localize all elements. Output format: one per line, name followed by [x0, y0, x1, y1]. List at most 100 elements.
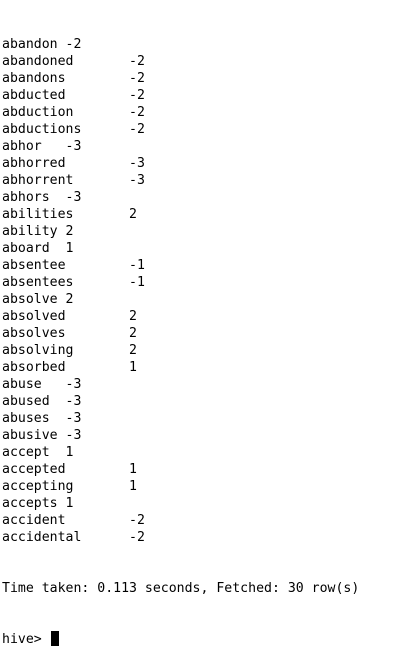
- word-cell: accidental: [2, 530, 82, 545]
- score-cell: -3: [65, 394, 82, 409]
- separator: [73, 207, 129, 222]
- score-cell: 2: [65, 224, 74, 239]
- word-cell: absorbed: [2, 360, 66, 375]
- word-cell: abandon: [2, 37, 58, 52]
- separator: [58, 292, 66, 307]
- separator: [50, 411, 66, 426]
- status-text: Time taken: 0.113 seconds, Fetched: 30 r…: [2, 581, 360, 596]
- table-row: absentee -1: [2, 257, 413, 274]
- score-cell: -1: [129, 275, 145, 290]
- score-cell: -3: [129, 173, 145, 188]
- separator: [73, 54, 129, 69]
- separator: [73, 173, 129, 188]
- score-cell: -3: [65, 190, 82, 205]
- status-line: Time taken: 0.113 seconds, Fetched: 30 r…: [2, 580, 413, 597]
- separator: [42, 139, 66, 154]
- word-cell: absolved: [2, 309, 66, 324]
- word-cell: absentees: [2, 275, 74, 290]
- separator: [50, 190, 66, 205]
- separator: [50, 241, 66, 256]
- score-cell: -2: [129, 54, 145, 69]
- table-row: accidental -2: [2, 529, 413, 546]
- table-row: accepted 1: [2, 461, 413, 478]
- score-cell: -2: [129, 513, 145, 528]
- score-cell: -3: [65, 377, 82, 392]
- score-cell: -2: [129, 122, 145, 137]
- score-cell: 1: [129, 462, 137, 477]
- score-cell: -2: [129, 530, 145, 545]
- table-row: absolving 2: [2, 342, 413, 359]
- separator: [73, 275, 129, 290]
- command-prompt-line[interactable]: hive>: [2, 631, 413, 648]
- score-cell: -2: [129, 71, 145, 86]
- score-cell: 2: [129, 309, 137, 324]
- score-cell: 1: [65, 496, 74, 511]
- cursor-block: [50, 631, 59, 646]
- word-cell: abhorred: [2, 156, 66, 171]
- score-cell: 2: [129, 207, 137, 222]
- table-row: aboard 1: [2, 240, 413, 257]
- separator: [73, 105, 129, 120]
- word-cell: aboard: [2, 241, 50, 256]
- separator: [66, 88, 130, 103]
- score-cell: -2: [129, 105, 145, 120]
- table-row: abducted -2: [2, 87, 413, 104]
- word-cell: accepting: [2, 479, 74, 494]
- word-cell: accepted: [2, 462, 66, 477]
- score-cell: -3: [129, 156, 145, 171]
- table-row: accepts 1: [2, 495, 413, 512]
- word-cell: accepts: [2, 496, 58, 511]
- table-row: absentees -1: [2, 274, 413, 291]
- word-cell: abducted: [2, 88, 66, 103]
- separator: [66, 156, 130, 171]
- table-row: abuse -3: [2, 376, 413, 393]
- table-row: abuses -3: [2, 410, 413, 427]
- table-row: absorbed 1: [2, 359, 413, 376]
- word-cell: abilities: [2, 207, 74, 222]
- prompt-text: hive>: [2, 632, 50, 647]
- score-cell: 1: [65, 241, 74, 256]
- separator: [66, 326, 130, 341]
- separator: [81, 530, 129, 545]
- score-cell: 1: [65, 445, 74, 460]
- table-row: abhorrent -3: [2, 172, 413, 189]
- separator: [66, 513, 130, 528]
- table-row: abused -3: [2, 393, 413, 410]
- table-row: abusive -3: [2, 427, 413, 444]
- result-rows: abandon -2 abandoned -2 abandons -2 abducte…: [2, 36, 413, 546]
- separator: [58, 428, 66, 443]
- terminal-output[interactable]: abandon -2 abandoned -2 abandons -2 abducte…: [0, 0, 413, 647]
- word-cell: abuses: [2, 411, 50, 426]
- table-row: abhors -3: [2, 189, 413, 206]
- word-cell: abused: [2, 394, 50, 409]
- table-row: absolve 2: [2, 291, 413, 308]
- score-cell: -2: [129, 88, 145, 103]
- table-row: abandons -2: [2, 70, 413, 87]
- score-cell: -1: [129, 258, 145, 273]
- separator: [58, 496, 66, 511]
- word-cell: abhor: [2, 139, 42, 154]
- word-cell: abductions: [2, 122, 82, 137]
- word-cell: abandons: [2, 71, 66, 86]
- score-cell: -2: [65, 37, 82, 52]
- table-row: abductions -2: [2, 121, 413, 138]
- table-row: abhorred -3: [2, 155, 413, 172]
- separator: [50, 394, 66, 409]
- word-cell: abuse: [2, 377, 42, 392]
- score-cell: 1: [129, 360, 137, 375]
- score-cell: 2: [129, 343, 137, 358]
- table-row: absolves 2: [2, 325, 413, 342]
- separator: [66, 258, 130, 273]
- table-row: accept 1: [2, 444, 413, 461]
- table-row: ability 2: [2, 223, 413, 240]
- word-cell: absolve: [2, 292, 58, 307]
- table-row: abandoned -2: [2, 53, 413, 70]
- separator: [66, 71, 130, 86]
- word-cell: absentee: [2, 258, 66, 273]
- word-cell: absolving: [2, 343, 74, 358]
- word-cell: accept: [2, 445, 50, 460]
- score-cell: -3: [65, 139, 82, 154]
- table-row: abduction -2: [2, 104, 413, 121]
- separator: [58, 224, 66, 239]
- table-row: abandon -2: [2, 36, 413, 53]
